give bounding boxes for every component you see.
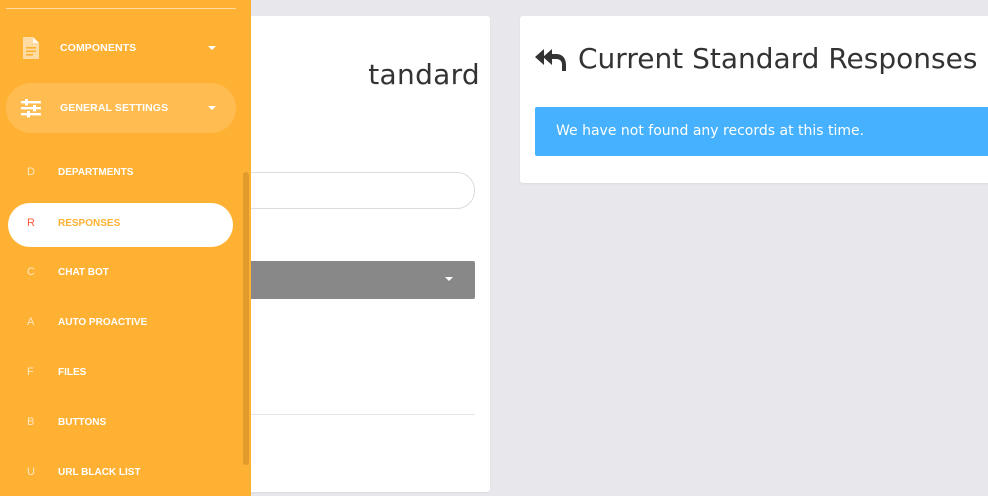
sidebar-item-letter: A xyxy=(27,316,35,328)
standard-response-form-card: tandard xyxy=(225,16,490,492)
chevron-down-icon xyxy=(445,277,453,281)
sidebar-section-label: GENERAL SETTINGS xyxy=(60,102,169,114)
current-responses-heading: Current Standard Responses xyxy=(534,42,977,75)
sidebar-item-label: AUTO PROACTIVE xyxy=(58,317,148,328)
sidebar-item-auto-proactive[interactable]: A AUTO PROACTIVE xyxy=(8,302,233,346)
current-responses-card: Current Standard Responses We have not f… xyxy=(520,16,988,183)
response-name-input[interactable] xyxy=(225,172,475,209)
sidebar-item-label: CHAT BOT xyxy=(58,267,109,278)
sidebar-item-label: DEPARTMENTS xyxy=(58,167,134,178)
sidebar: COMPONENTS GENERAL SETTINGS D DEPARTMENT… xyxy=(0,0,251,496)
sidebar-section-components[interactable]: COMPONENTS xyxy=(6,23,236,73)
sidebar-item-buttons[interactable]: B BUTTONS xyxy=(8,402,233,446)
response-category-select[interactable] xyxy=(225,261,475,299)
sidebar-item-url-black-list[interactable]: U URL BLACK LIST xyxy=(8,452,233,496)
form-card-title: tandard xyxy=(368,58,480,91)
sidebar-item-chat-bot[interactable]: C CHAT BOT xyxy=(8,252,233,296)
sidebar-item-label: URL BLACK LIST xyxy=(58,467,141,478)
document-icon xyxy=(23,37,39,59)
sidebar-item-letter: F xyxy=(27,366,34,378)
sidebar-item-departments[interactable]: D DEPARTMENTS xyxy=(8,152,233,196)
reply-all-icon xyxy=(535,48,566,71)
sidebar-item-letter: U xyxy=(27,466,35,478)
sidebar-item-responses[interactable]: R RESPONSES xyxy=(8,203,233,247)
sidebar-section-label: COMPONENTS xyxy=(60,42,137,54)
no-records-alert: We have not found any records at this ti… xyxy=(535,107,988,156)
chevron-down-icon xyxy=(208,106,216,110)
sidebar-item-letter: B xyxy=(27,416,35,428)
current-responses-title: Current Standard Responses xyxy=(578,42,978,75)
form-divider xyxy=(225,414,475,415)
sidebar-item-letter: C xyxy=(27,266,35,278)
sidebar-item-files[interactable]: F FILES xyxy=(8,352,233,396)
sidebar-section-general-settings[interactable]: GENERAL SETTINGS xyxy=(6,83,236,133)
sidebar-divider xyxy=(6,8,236,9)
sliders-icon xyxy=(21,99,41,118)
chevron-down-icon xyxy=(208,46,216,50)
sidebar-item-letter: D xyxy=(27,166,35,178)
sidebar-item-letter: R xyxy=(27,217,35,229)
sidebar-item-label: FILES xyxy=(58,367,87,378)
sidebar-scrollbar[interactable] xyxy=(243,172,249,465)
sidebar-item-label: RESPONSES xyxy=(58,218,121,229)
sidebar-item-label: BUTTONS xyxy=(58,417,107,428)
